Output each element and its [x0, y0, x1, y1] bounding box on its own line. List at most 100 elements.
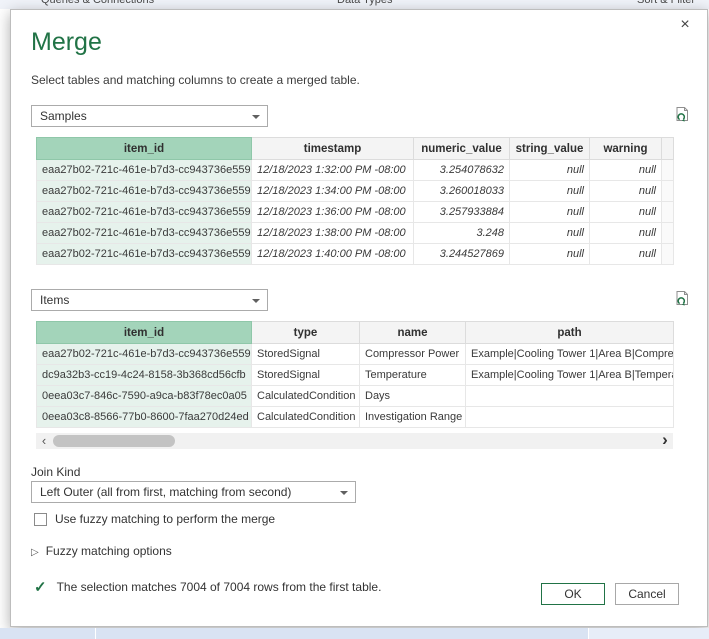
table-row: 0eea03c7-846c-7590-a9ca-b83f78ec0a05 Cal…	[37, 386, 674, 407]
refresh-icon	[673, 290, 691, 308]
header-row: item_id timestamp numeric_value string_v…	[37, 138, 674, 160]
table-cell[interactable]: 3.257933884	[414, 202, 510, 223]
column-header-name[interactable]: name	[360, 322, 466, 344]
table-cell[interactable]: null	[510, 223, 590, 244]
join-kind-select[interactable]: Left Outer (all from first, matching fro…	[31, 481, 356, 503]
close-icon[interactable]: ×	[674, 15, 696, 35]
table-cell[interactable]: null	[590, 181, 662, 202]
table-cell[interactable]: null	[590, 202, 662, 223]
vertical-scrollbar-track[interactable]	[662, 160, 674, 181]
fuzzy-matching-checkbox[interactable]	[34, 513, 47, 526]
table-cell[interactable]: CalculatedCondition	[252, 407, 360, 428]
column-header-string-value[interactable]: string_value	[510, 138, 590, 160]
table-cell[interactable]: null	[510, 181, 590, 202]
column-header-type[interactable]: type	[252, 322, 360, 344]
table-cell[interactable]: dc9a32b3-cc19-4c24-8158-3b368cd56cfb	[37, 365, 252, 386]
table-cell[interactable]: eaa27b02-721c-461e-b7d3-cc943736e559	[37, 344, 252, 365]
vertical-scrollbar-track[interactable]	[662, 138, 674, 160]
cancel-button[interactable]: Cancel	[615, 583, 679, 605]
table-cell[interactable]: 12/18/2023 1:40:00 PM -08:00	[252, 244, 414, 265]
worksheet-gridline	[95, 628, 96, 639]
column-header-numeric-value[interactable]: numeric_value	[414, 138, 510, 160]
join-kind-select-value: Left Outer (all from first, matching fro…	[40, 485, 291, 499]
merge-dialog: × Merge Select tables and matching colum…	[10, 9, 708, 627]
second-table-select[interactable]: Items	[31, 289, 268, 311]
join-kind-label: Join Kind	[31, 465, 80, 479]
table-cell[interactable]: null	[590, 160, 662, 181]
refresh-preview-button[interactable]	[673, 290, 691, 308]
vertical-scrollbar-track[interactable]	[662, 223, 674, 244]
vertical-scrollbar-track[interactable]	[662, 244, 674, 265]
table-cell[interactable]: StoredSignal	[252, 365, 360, 386]
dialog-subtitle: Select tables and matching columns to cr…	[31, 73, 360, 87]
column-header-item-id[interactable]: item_id	[37, 138, 252, 160]
table-row: 0eea03c8-8566-77b0-8600-7faa270d24ed Cal…	[37, 407, 674, 428]
status-line: ✓ The selection matches 7004 of 7004 row…	[34, 578, 381, 596]
refresh-preview-button[interactable]	[673, 106, 691, 124]
table-cell[interactable]: null	[510, 244, 590, 265]
table-cell[interactable]: eaa27b02-721c-461e-b7d3-cc943736e559	[37, 244, 252, 265]
header-row: item_id type name path	[37, 322, 674, 344]
table-cell[interactable]: 0eea03c7-846c-7590-a9ca-b83f78ec0a05	[37, 386, 252, 407]
scroll-left-icon[interactable]: ‹	[37, 433, 51, 449]
table-cell[interactable]: null	[510, 160, 590, 181]
table-cell[interactable]: eaa27b02-721c-461e-b7d3-cc943736e559	[37, 202, 252, 223]
table-cell[interactable]: Days	[360, 386, 466, 407]
table-cell[interactable]: StoredSignal	[252, 344, 360, 365]
table-cell[interactable]: 12/18/2023 1:36:00 PM -08:00	[252, 202, 414, 223]
worksheet-fragment	[0, 628, 709, 639]
table-cell[interactable]: Temperature	[360, 365, 466, 386]
dialog-title: Merge	[31, 28, 102, 57]
scrollbar-thumb[interactable]	[53, 435, 175, 447]
table-cell[interactable]: Compressor Power	[360, 344, 466, 365]
table-cell[interactable]: 12/18/2023 1:34:00 PM -08:00	[252, 181, 414, 202]
table-cell[interactable]: null	[510, 202, 590, 223]
fuzzy-options-label: Fuzzy matching options	[46, 544, 172, 558]
column-header-timestamp[interactable]: timestamp	[252, 138, 414, 160]
table-cell[interactable]: 3.260018033	[414, 181, 510, 202]
scroll-right-icon[interactable]: ›	[658, 433, 672, 449]
table-cell[interactable]: eaa27b02-721c-461e-b7d3-cc943736e559	[37, 160, 252, 181]
vertical-scrollbar-track[interactable]	[662, 202, 674, 223]
fuzzy-matching-checkbox-label[interactable]: Use fuzzy matching to perform the merge	[55, 512, 275, 526]
table-cell[interactable]: Example|Cooling Tower 1|Area B|Temperat	[466, 365, 674, 386]
excel-ribbon-fragment: Queries & Connections Data Types Sort & …	[0, 0, 709, 9]
column-header-warning[interactable]: warning	[590, 138, 662, 160]
column-header-item-id[interactable]: item_id	[37, 322, 252, 344]
status-text: The selection matches 7004 of 7004 rows …	[57, 580, 382, 594]
chevron-down-icon	[252, 115, 260, 119]
refresh-icon	[673, 106, 691, 124]
expander-triangle-icon: ▷	[31, 547, 39, 558]
ok-button[interactable]: OK	[541, 583, 605, 605]
table-cell[interactable]: eaa27b02-721c-461e-b7d3-cc943736e559	[37, 181, 252, 202]
table-row: eaa27b02-721c-461e-b7d3-cc943736e559 12/…	[37, 160, 674, 181]
screen: Queries & Connections Data Types Sort & …	[0, 0, 709, 639]
table-cell[interactable]: 12/18/2023 1:32:00 PM -08:00	[252, 160, 414, 181]
fuzzy-options-expander[interactable]: ▷ Fuzzy matching options	[31, 544, 172, 558]
table-cell[interactable]: CalculatedCondition	[252, 386, 360, 407]
first-table-select-value: Samples	[40, 109, 87, 123]
table-cell[interactable]: eaa27b02-721c-461e-b7d3-cc943736e559	[37, 223, 252, 244]
table-cell[interactable]: 12/18/2023 1:38:00 PM -08:00	[252, 223, 414, 244]
table-cell[interactable]	[466, 407, 674, 428]
column-header-path[interactable]: path	[466, 322, 674, 344]
table-cell[interactable]: Example|Cooling Tower 1|Area B|Compress	[466, 344, 674, 365]
first-table-select[interactable]: Samples	[31, 105, 268, 127]
table-cell[interactable]: 3.254078632	[414, 160, 510, 181]
horizontal-scrollbar[interactable]: ‹ ›	[36, 433, 673, 449]
table-cell[interactable]: 3.248	[414, 223, 510, 244]
ribbon-group-label: Sort & Filter	[637, 0, 695, 6]
checkmark-icon: ✓	[34, 578, 47, 596]
chevron-down-icon	[340, 491, 348, 495]
samples-preview-table: item_id timestamp numeric_value string_v…	[36, 137, 674, 265]
second-table-select-value: Items	[40, 293, 69, 307]
table-cell[interactable]	[466, 386, 674, 407]
vertical-scrollbar-track[interactable]	[662, 181, 674, 202]
table-cell[interactable]: 3.244527869	[414, 244, 510, 265]
table-row: eaa27b02-721c-461e-b7d3-cc943736e559 12/…	[37, 244, 674, 265]
table-cell[interactable]: Investigation Range	[360, 407, 466, 428]
table-cell[interactable]: null	[590, 244, 662, 265]
table-cell[interactable]: 0eea03c8-8566-77b0-8600-7faa270d24ed	[37, 407, 252, 428]
table-cell[interactable]: null	[590, 223, 662, 244]
worksheet-cell	[588, 628, 709, 639]
